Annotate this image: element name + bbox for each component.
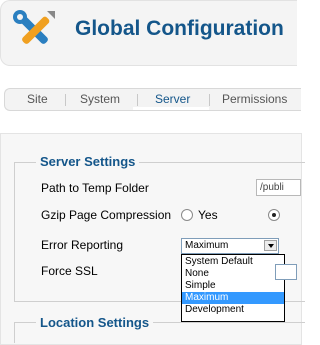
tab-separator bbox=[65, 94, 66, 106]
error-reporting-dropdown: System Default None Simple Maximum Devel… bbox=[181, 254, 285, 322]
tools-icon bbox=[13, 10, 55, 44]
location-settings-legend: Location Settings bbox=[36, 315, 154, 330]
tab-server[interactable]: Server bbox=[155, 89, 190, 110]
gzip-label: Gzip Page Compression bbox=[41, 208, 172, 222]
error-reporting-label: Error Reporting bbox=[41, 238, 124, 252]
force-ssl-select[interactable] bbox=[275, 264, 297, 280]
temp-folder-input[interactable]: /publi bbox=[256, 179, 301, 196]
tab-separator bbox=[209, 94, 210, 106]
error-reporting-select[interactable]: Maximum bbox=[181, 238, 279, 254]
chevron-down-icon[interactable] bbox=[264, 240, 277, 251]
gzip-yes-radio[interactable] bbox=[181, 209, 193, 221]
tab-separator bbox=[137, 94, 138, 106]
tab-permissions[interactable]: Permissions bbox=[222, 89, 287, 110]
config-tabs: Site System Server Permissions bbox=[4, 88, 301, 111]
tab-system[interactable]: System bbox=[80, 89, 120, 110]
gzip-no-radio[interactable] bbox=[268, 209, 280, 221]
option-development[interactable]: Development bbox=[182, 304, 284, 316]
gzip-yes-label: Yes bbox=[198, 208, 218, 222]
force-ssl-label: Force SSL bbox=[41, 264, 98, 278]
server-settings-legend: Server Settings bbox=[36, 154, 140, 169]
option-none[interactable]: None bbox=[182, 268, 284, 280]
error-reporting-value: Maximum bbox=[185, 240, 229, 251]
option-simple[interactable]: Simple bbox=[182, 280, 284, 292]
temp-folder-label: Path to Temp Folder bbox=[41, 181, 149, 195]
page-title: Global Configuration bbox=[75, 17, 284, 40]
page-header: Global Configuration bbox=[0, 0, 297, 66]
option-maximum[interactable]: Maximum bbox=[182, 292, 284, 304]
tab-site[interactable]: Site bbox=[27, 89, 48, 110]
option-system-default[interactable]: System Default bbox=[182, 256, 284, 268]
